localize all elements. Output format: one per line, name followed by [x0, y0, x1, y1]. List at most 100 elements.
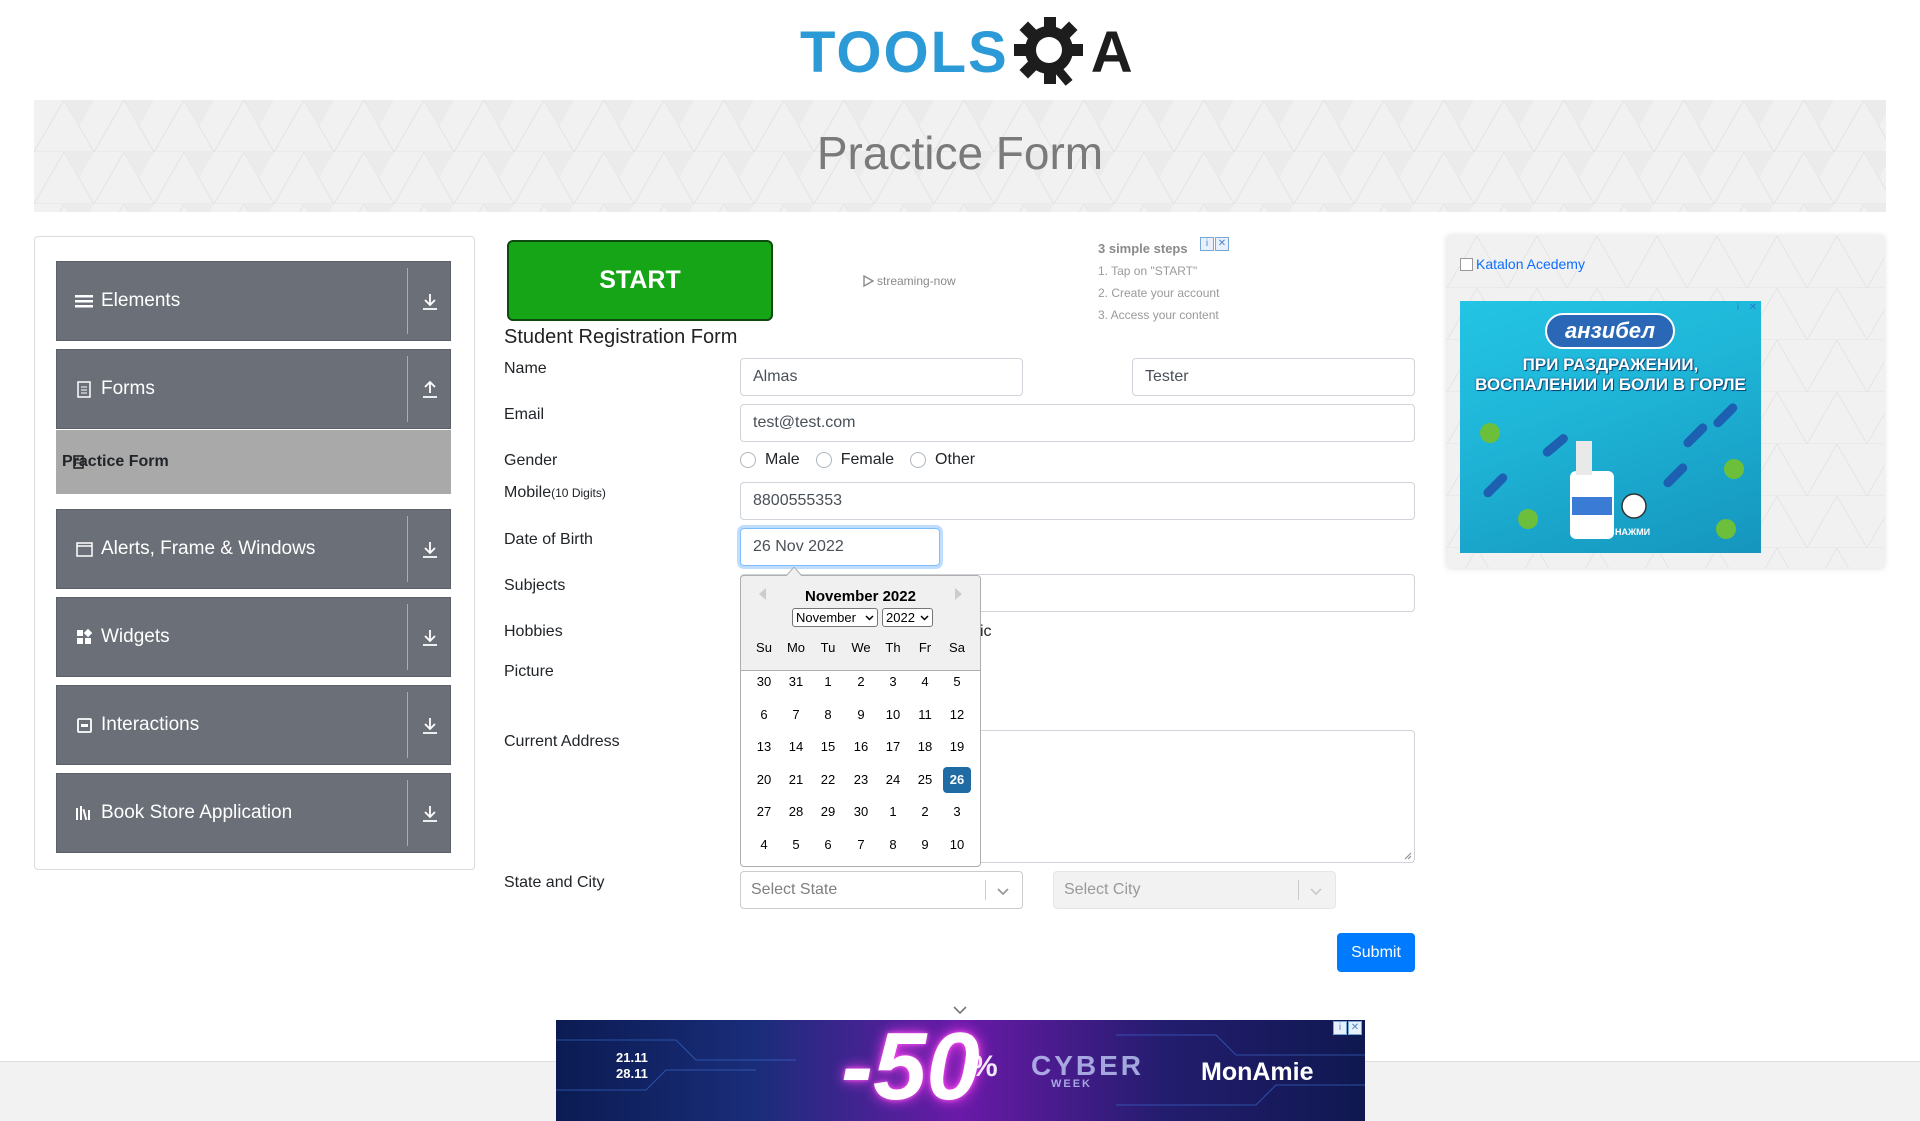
- day-cell[interactable]: 19: [943, 734, 971, 760]
- ad-close-icon[interactable]: ✕: [1746, 302, 1760, 316]
- day-cell[interactable]: 1: [879, 799, 907, 825]
- bottom-ad-banner[interactable]: 21.11 28.11 -50 % CYBER WEEK MonAmie i ✕: [556, 1020, 1365, 1121]
- radio-female[interactable]: [815, 452, 832, 468]
- year-select[interactable]: 2022: [882, 608, 933, 627]
- day-cell[interactable]: 7: [847, 832, 875, 858]
- ad-steps[interactable]: 3 simple steps 1. Tap on "START" 2. Crea…: [1098, 238, 1219, 326]
- day-cell[interactable]: 30: [847, 799, 875, 825]
- last-name-input[interactable]: Tester: [1132, 358, 1415, 396]
- email-input[interactable]: test@test.com: [740, 404, 1415, 442]
- day-cell[interactable]: 1: [814, 669, 842, 695]
- day-cell[interactable]: 16: [847, 734, 875, 760]
- sidebar-group-book-store[interactable]: Book Store Application: [56, 773, 451, 853]
- download-icon[interactable]: [418, 538, 442, 562]
- medicine-ad[interactable]: анзибел ПРИ РАЗДРАЖЕНИИ, ВОСПАЛЕНИИ И БО…: [1460, 301, 1761, 553]
- day-cell[interactable]: 9: [847, 702, 875, 728]
- day-cell[interactable]: 6: [814, 832, 842, 858]
- day-cell[interactable]: 7: [782, 702, 810, 728]
- mobile-label-text: Mobile: [504, 484, 552, 501]
- day-cell[interactable]: 14: [782, 734, 810, 760]
- mobile-hint: (10 Digits): [551, 486, 606, 500]
- day-cell[interactable]: 20: [750, 767, 778, 793]
- state-select[interactable]: Select State: [740, 871, 1023, 909]
- ad-info-icon[interactable]: i: [1731, 302, 1745, 316]
- day-cell[interactable]: 5: [943, 669, 971, 695]
- day-cell[interactable]: 6: [750, 702, 778, 728]
- download-icon[interactable]: [418, 290, 442, 314]
- day-cell[interactable]: 5: [782, 832, 810, 858]
- year-select-value: 2022: [886, 610, 915, 625]
- ad-streaming-link[interactable]: streaming-now: [862, 274, 956, 288]
- day-cell[interactable]: 27: [750, 799, 778, 825]
- day-cell[interactable]: 28: [782, 799, 810, 825]
- day-cell[interactable]: 21: [782, 767, 810, 793]
- day-cell[interactable]: 9: [911, 832, 939, 858]
- day-cell[interactable]: 8: [879, 832, 907, 858]
- ad-start-button[interactable]: START: [507, 240, 773, 321]
- sidebar-group-elements[interactable]: Elements: [56, 261, 451, 341]
- month-select[interactable]: November: [792, 608, 878, 627]
- day-cell[interactable]: 8: [814, 702, 842, 728]
- day-cell[interactable]: 2: [911, 799, 939, 825]
- gender-female-option[interactable]: Female: [815, 451, 895, 469]
- document-icon: [73, 378, 95, 400]
- sidebar-group-alerts[interactable]: Alerts, Frame & Windows: [56, 509, 451, 589]
- hobby-music-label-partial[interactable]: ic: [980, 623, 992, 641]
- ad-date: 28.11: [616, 1066, 648, 1081]
- day-cell[interactable]: 23: [847, 767, 875, 793]
- day-cell[interactable]: 24: [879, 767, 907, 793]
- day-cell[interactable]: 13: [750, 734, 778, 760]
- katalon-academy-link[interactable]: Katalon Acedemy: [1460, 256, 1585, 272]
- day-cell[interactable]: 18: [911, 734, 939, 760]
- sidebar-group-forms[interactable]: Forms: [56, 349, 451, 429]
- day-cell[interactable]: 22: [814, 767, 842, 793]
- day-cell[interactable]: 4: [911, 669, 939, 695]
- day-selected[interactable]: 26: [943, 767, 971, 793]
- radio-other[interactable]: [910, 452, 927, 468]
- day-cell[interactable]: 29: [814, 799, 842, 825]
- radio-label: Female: [840, 451, 895, 468]
- download-icon[interactable]: [418, 802, 442, 826]
- ad-dates: 21.11 28.11: [616, 1050, 648, 1082]
- day-cell[interactable]: 15: [814, 734, 842, 760]
- sidebar-item-practice-form[interactable]: Practice Form: [56, 430, 451, 494]
- day-cell[interactable]: 3: [943, 799, 971, 825]
- gender-male-option[interactable]: Male: [740, 451, 800, 469]
- name-label: Name: [504, 360, 547, 377]
- sidebar-group-label: Widgets: [101, 626, 170, 647]
- sidebar-group-widgets[interactable]: Widgets: [56, 597, 451, 677]
- day-cell[interactable]: 30: [750, 669, 778, 695]
- radio-male[interactable]: [740, 452, 756, 468]
- ad-close-icon[interactable]: ✕: [1215, 237, 1229, 251]
- ad-info-icon[interactable]: i: [1200, 237, 1214, 251]
- ad-cyber: CYBER WEEK: [1031, 1050, 1144, 1090]
- day-cell[interactable]: 25: [911, 767, 939, 793]
- resize-handle-icon[interactable]: [1404, 852, 1412, 860]
- city-select[interactable]: Select City: [1053, 871, 1336, 909]
- day-cell[interactable]: 12: [943, 702, 971, 728]
- toolsqa-logo[interactable]: TOOLS A: [800, 14, 1133, 92]
- day-cell[interactable]: 31: [782, 669, 810, 695]
- chevron-down-icon[interactable]: [994, 882, 1012, 900]
- submit-button[interactable]: Submit: [1337, 933, 1415, 972]
- download-icon[interactable]: [418, 626, 442, 650]
- first-name-input[interactable]: Almas: [740, 358, 1023, 396]
- download-icon[interactable]: [418, 714, 442, 738]
- gender-other-option[interactable]: Other: [910, 451, 975, 469]
- ad-close-icon[interactable]: ✕: [1348, 1021, 1362, 1035]
- day-cell[interactable]: 10: [943, 832, 971, 858]
- sidebar-group-interactions[interactable]: Interactions: [56, 685, 451, 765]
- day-cell[interactable]: 17: [879, 734, 907, 760]
- scroll-down-chevron-icon[interactable]: [950, 1003, 970, 1017]
- mobile-input[interactable]: 8800555353: [740, 482, 1415, 520]
- day-cell[interactable]: 2: [847, 669, 875, 695]
- day-cell[interactable]: 10: [879, 702, 907, 728]
- date-of-birth-input[interactable]: 26 Nov 2022: [740, 528, 940, 566]
- day-cell[interactable]: 3: [879, 669, 907, 695]
- subjects-label: Subjects: [504, 577, 566, 594]
- ad-info-icon[interactable]: i: [1333, 1021, 1347, 1035]
- chevron-down-icon[interactable]: [1307, 882, 1325, 900]
- upload-icon[interactable]: [418, 378, 442, 402]
- day-cell[interactable]: 11: [911, 702, 939, 728]
- day-cell[interactable]: 4: [750, 832, 778, 858]
